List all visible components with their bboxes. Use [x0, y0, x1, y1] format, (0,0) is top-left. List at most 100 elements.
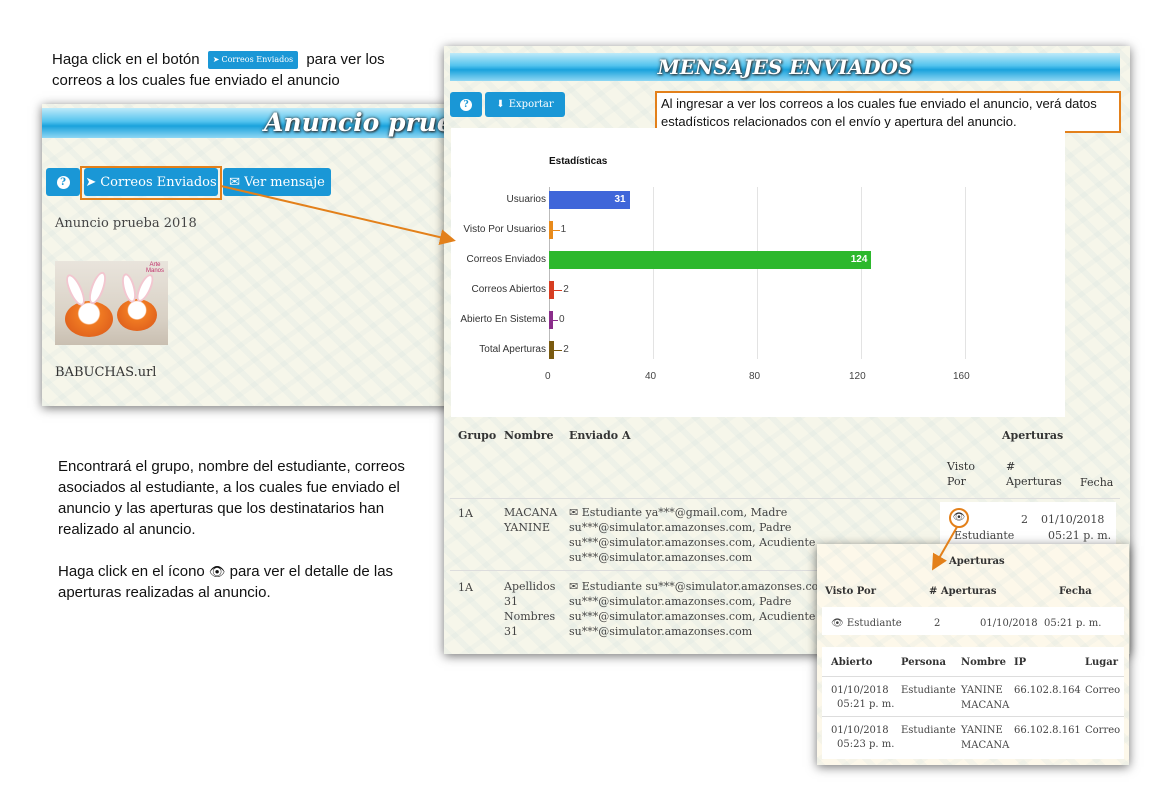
eye-icon[interactable]: 👁: [831, 618, 844, 629]
detail-opened-time: 05:23 p. m.: [837, 739, 895, 750]
row-group: 1A: [458, 581, 473, 594]
brand-logo: Arte Manos: [145, 262, 164, 274]
view-message-label: Ver mensaje: [244, 174, 325, 190]
chart-tick-label: 80: [749, 371, 761, 382]
instruction-line1: Haga click en el botón ➤ Correos Enviados…: [52, 49, 422, 70]
detail-place: Correo: [1085, 725, 1121, 736]
detail-ip: 66.102.8.164: [1014, 685, 1081, 696]
chart-data-label: 2: [563, 284, 569, 295]
paper-plane-icon: ➤: [212, 55, 220, 64]
popup-col-seen-by: Visto Por: [825, 586, 876, 597]
detail-opened: 01/10/2018: [831, 685, 889, 696]
chart-data-label: 2: [563, 344, 569, 355]
ear: [133, 271, 157, 305]
popup-summary-count: 2: [934, 618, 941, 629]
instruction-text: Haga click en el botón: [52, 51, 200, 68]
help-button[interactable]: ?: [46, 168, 80, 196]
detail-name: YANINE MACANA: [961, 685, 1010, 711]
sent-emails-highlight: [80, 166, 222, 200]
ear: [85, 269, 110, 307]
divider: [450, 498, 1120, 499]
view-openings-eye-icon[interactable]: 👁: [949, 508, 969, 528]
chart-data-label-line: [554, 290, 563, 291]
detail-name: YANINE MACANA: [961, 725, 1010, 751]
chart-data-label-line: [554, 350, 563, 351]
chart-gridline: [653, 187, 654, 359]
chart-gridline: [965, 187, 966, 359]
detail-col-opened: Abierto: [831, 657, 873, 668]
chart-tick-label: 0: [545, 371, 551, 382]
announcement-title: Anuncio prueba: [264, 108, 472, 137]
announcement-title-bar: Anuncio prueba: [42, 108, 472, 138]
chart-data-label-line: [550, 320, 558, 321]
chart-category-label: Correos Abiertos: [471, 284, 546, 295]
envelope-icon: ✉: [569, 506, 579, 519]
instruction-text: Haga click en el ícono: [58, 563, 205, 580]
envelope-icon: ✉: [569, 580, 579, 593]
detail-person: Estudiante: [901, 685, 956, 696]
chart-data-label: 0: [559, 314, 565, 325]
callout: Al ingresar a ver los correos a los cual…: [655, 91, 1121, 133]
popup-summary-date: 01/10/2018 05:21 p. m.: [980, 618, 1102, 629]
inline-sent-button: ➤ Correos Enviados: [207, 51, 299, 69]
row-group: 1A: [458, 507, 473, 520]
chart-data-label-line: [551, 230, 560, 231]
row-seen-by: Estudiante: [954, 529, 1015, 542]
chart-data-label: 1: [560, 224, 567, 235]
col-date: Fecha: [1080, 476, 1114, 489]
popup-summary-seen-by: 👁 Estudiante: [831, 616, 902, 631]
chart-bar: 31: [549, 191, 630, 209]
chart-tick-label: 160: [953, 371, 970, 382]
slipper-left: [65, 301, 113, 337]
detail-col-name: Nombre: [961, 657, 1007, 668]
announcement-name: Anuncio prueba 2018: [55, 216, 197, 231]
chart-gridline: [549, 187, 550, 359]
download-icon: ⬇: [496, 99, 505, 110]
row-name: Apellidos 31 Nombres 31: [504, 580, 556, 638]
col-group: Grupo: [458, 429, 497, 442]
ear: [62, 271, 89, 309]
view-message-button[interactable]: ✉ Ver mensaje: [223, 168, 331, 196]
detail-col-ip: IP: [1014, 657, 1027, 668]
question-circle-icon: ?: [460, 98, 472, 111]
col-sent-to: Enviado A: [569, 429, 631, 442]
announcement-image: Arte Manos: [55, 261, 168, 345]
detail-ip: 66.102.8.161: [1014, 725, 1081, 736]
sent-to-text: Estudiante ya***@gmail.com, Madre su***@…: [569, 506, 816, 564]
row-count: 2: [1021, 513, 1028, 526]
col-seen-by: Visto Por: [947, 460, 975, 488]
divider: [822, 676, 1124, 677]
openings-popup: Aperturas Visto Por # Aperturas Fecha 👁 …: [817, 544, 1129, 765]
attachment-link[interactable]: BABUCHAS.url: [55, 365, 156, 380]
help-button[interactable]: ?: [450, 92, 482, 117]
slipper-right: [117, 299, 157, 331]
detail-col-place: Lugar: [1085, 657, 1119, 668]
chart-gridline: [861, 187, 862, 359]
chart-category-label: Total Aperturas: [479, 344, 546, 355]
detail-col-person: Persona: [901, 657, 946, 668]
chart-category-label: Usuarios: [506, 194, 546, 205]
popup-title: Aperturas: [949, 556, 1005, 567]
col-count: # Aperturas: [1006, 460, 1062, 488]
detail-place: Correo: [1085, 685, 1121, 696]
envelope-icon: ✉: [229, 174, 241, 190]
chart-category-label: Visto Por Usuarios: [463, 224, 546, 235]
announcement-panel: Anuncio prueba ? ➤ Correos Enviados ✉ Ver …: [42, 104, 472, 406]
detail-opened: 01/10/2018: [831, 725, 889, 736]
sent-title-bar: MENSAJES ENVIADOS: [450, 53, 1120, 81]
detail-opened-time: 05:21 p. m.: [837, 699, 895, 710]
instruction-eye: Haga click en el ícono 👁 para ver el det…: [58, 561, 414, 603]
chart-title: Estadísticas: [549, 156, 608, 167]
col-name: Nombre: [504, 429, 554, 442]
row-date: 01/10/2018: [1041, 513, 1105, 526]
chart-gridline: [757, 187, 758, 359]
export-label: Exportar: [508, 99, 554, 110]
export-button[interactable]: ⬇ Exportar: [485, 92, 565, 117]
popup-col-count: # Aperturas: [929, 586, 997, 597]
instruction-line2: correos a los cuales fue enviado el anun…: [52, 72, 340, 89]
chart-category-label: Abierto En Sistema: [460, 314, 546, 325]
chart-category-label: Correos Enviados: [466, 254, 546, 265]
row-time: 05:21 p. m.: [1048, 529, 1112, 542]
detail-person: Estudiante: [901, 725, 956, 736]
divider: [822, 716, 1124, 717]
